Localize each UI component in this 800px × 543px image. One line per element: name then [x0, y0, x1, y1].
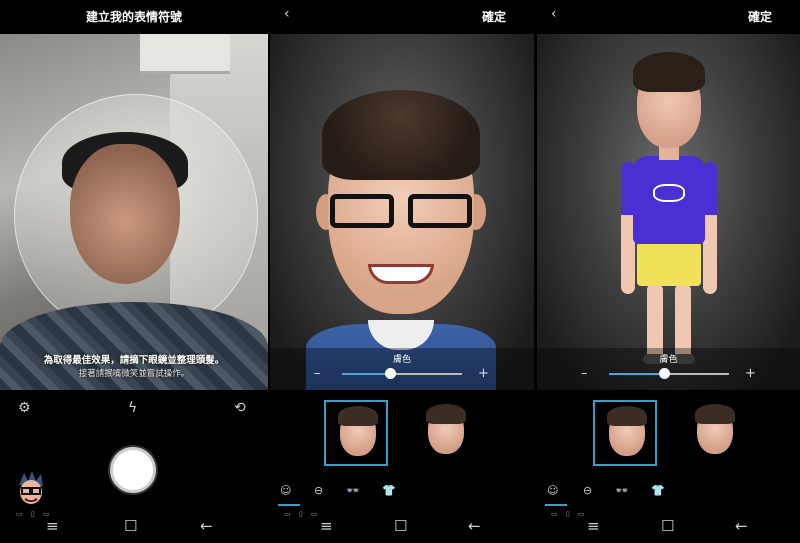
- system-navbar: ≡ ☐ ←: [0, 517, 268, 537]
- background-aircon: [140, 34, 230, 74]
- avatar-hair: [322, 90, 480, 180]
- skin-tone-label: 膚色: [659, 355, 678, 365]
- back-icon[interactable]: ‹: [284, 6, 290, 22]
- page-title: 建立我的表情符號: [85, 10, 182, 24]
- plus-icon[interactable]: +: [478, 367, 489, 381]
- tab-face-icon[interactable]: ☺: [547, 484, 558, 497]
- confirm-button[interactable]: 確定: [748, 8, 772, 25]
- sticker-thumbnail[interactable]: [16, 471, 46, 505]
- tab-face-icon[interactable]: ☺: [280, 484, 291, 497]
- recent-apps-icon[interactable]: ≡: [320, 517, 333, 535]
- avatar-arm-right: [703, 162, 717, 294]
- plus-icon[interactable]: +: [745, 367, 756, 381]
- camera-preview: 為取得最佳效果，請摘下眼鏡並整理頭髮。 接著請抿嘴微笑並嘗試操作。: [0, 34, 268, 390]
- tab-head-icon[interactable]: ⊖: [314, 484, 323, 497]
- gear-icon[interactable]: ⚙: [18, 400, 31, 416]
- minus-icon[interactable]: –: [314, 367, 321, 381]
- capture-panel: 建立我的表情符號 為取得最佳效果，請摘下眼鏡並整理頭髮。 接著請抿嘴微笑並嘗試操…: [0, 0, 268, 543]
- body-editor-panel: ‹ 確定 膚色 – + ☺ ⊖ 👓 👕 ▭ ▯ ▭ ≡ ☐ ←: [537, 0, 800, 543]
- shirt-logo: [653, 184, 685, 202]
- glasses-icon[interactable]: 👓: [615, 484, 629, 497]
- flash-off-icon[interactable]: ϟ: [128, 400, 137, 416]
- skin-tone-slider[interactable]: – +: [581, 367, 757, 381]
- shirt-icon[interactable]: 👕: [382, 484, 396, 497]
- skin-tone-slider[interactable]: – +: [314, 367, 490, 381]
- switch-camera-icon[interactable]: ⟲: [234, 400, 246, 416]
- avatar-option-2[interactable]: [414, 400, 478, 466]
- tab-head-icon[interactable]: ⊖: [583, 484, 592, 497]
- system-navbar: ≡ ☐ ←: [537, 517, 800, 537]
- recent-apps-icon[interactable]: ≡: [46, 517, 59, 535]
- skin-tone-label: 膚色: [392, 355, 411, 365]
- avatar-option-hair: [338, 406, 378, 426]
- system-navbar: ≡ ☐ ←: [270, 517, 534, 537]
- avatar-hair: [633, 52, 705, 92]
- tab-underline: [545, 504, 567, 506]
- back-nav-icon[interactable]: ←: [468, 517, 481, 535]
- head-editor-panel: ‹ 確定 膚色 – + ☺ ⊖ 👓 👕 ▭ ▯ ▭ ≡ ☐ ←: [270, 0, 534, 543]
- avatar-stage: 膚色 – +: [270, 34, 534, 390]
- avatar-option-1[interactable]: [324, 400, 388, 466]
- back-icon[interactable]: ‹: [551, 6, 557, 22]
- recent-apps-icon[interactable]: ≡: [587, 517, 600, 535]
- back-nav-icon[interactable]: ←: [200, 517, 213, 535]
- slider-fill: [342, 373, 390, 375]
- avatar-shorts: [637, 242, 701, 286]
- back-nav-icon[interactable]: ←: [735, 517, 748, 535]
- avatar-option-1[interactable]: [593, 400, 657, 466]
- tab-underline: [278, 504, 300, 506]
- home-icon[interactable]: ☐: [124, 517, 137, 535]
- glasses-icon[interactable]: 👓: [346, 484, 360, 497]
- avatar-stage: 膚色 – +: [537, 34, 800, 390]
- avatar-option-hair: [426, 404, 466, 424]
- slider-thumb[interactable]: [385, 368, 396, 379]
- avatar-glasses: [330, 194, 472, 228]
- minus-icon[interactable]: –: [581, 367, 588, 381]
- avatar-option-2[interactable]: [683, 400, 747, 466]
- slider-thumb[interactable]: [659, 368, 671, 379]
- avatar-option-hair: [607, 406, 647, 426]
- shutter-button[interactable]: [110, 447, 156, 493]
- slider-fill: [609, 373, 665, 375]
- confirm-button[interactable]: 確定: [482, 8, 506, 25]
- home-icon[interactable]: ☐: [394, 517, 407, 535]
- shirt-icon[interactable]: 👕: [651, 484, 665, 497]
- hint-primary: 為取得最佳效果，請摘下眼鏡並整理頭髮。: [43, 355, 225, 366]
- hint-secondary: 接著請抿嘴微笑並嘗試操作。: [78, 369, 190, 379]
- subject-face: [70, 144, 180, 284]
- avatar-option-hair: [695, 404, 735, 424]
- home-icon[interactable]: ☐: [661, 517, 674, 535]
- avatar-mouth: [368, 264, 434, 284]
